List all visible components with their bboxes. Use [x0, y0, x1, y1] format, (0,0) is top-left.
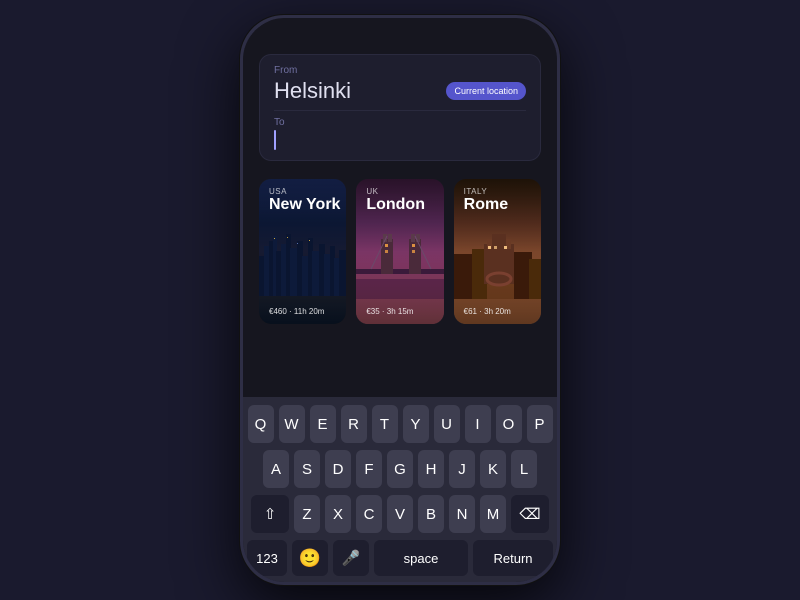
space-key[interactable]: space — [374, 540, 468, 576]
destination-card-new-york[interactable]: USA New York €460 · 11h 20m — [259, 179, 346, 324]
key-a[interactable]: A — [263, 450, 289, 488]
key-j[interactable]: J — [449, 450, 475, 488]
key-s[interactable]: S — [294, 450, 320, 488]
card-info-top: USA New York — [269, 187, 340, 214]
destination-cards: USA New York €460 · 11h 20m — [259, 179, 541, 324]
key-t[interactable]: T — [372, 405, 398, 443]
card-country: UK — [366, 187, 425, 196]
rome-scene-svg — [454, 224, 541, 299]
key-v[interactable]: V — [387, 495, 413, 533]
keyboard: Q W E R T Y U I O P A S D F G H J K — [243, 397, 557, 582]
status-bar — [243, 18, 557, 46]
key-e[interactable]: E — [310, 405, 336, 443]
card-info-bottom: €61 · 3h 20m — [464, 307, 511, 316]
keyboard-row-4: 123 🙂 🎤 space Return — [247, 540, 553, 576]
keyboard-row-1: Q W E R T Y U I O P — [247, 405, 553, 443]
key-x[interactable]: X — [325, 495, 351, 533]
card-city: New York — [269, 196, 340, 214]
key-m[interactable]: M — [480, 495, 506, 533]
card-country: USA — [269, 187, 340, 196]
key-q[interactable]: Q — [248, 405, 274, 443]
key-h[interactable]: H — [418, 450, 444, 488]
from-value: Helsinki — [274, 78, 351, 104]
mic-key[interactable]: 🎤 — [333, 540, 369, 576]
key-i[interactable]: I — [465, 405, 491, 443]
key-n[interactable]: N — [449, 495, 475, 533]
key-u[interactable]: U — [434, 405, 460, 443]
key-l[interactable]: L — [511, 450, 537, 488]
card-price: €35 · 3h 15m — [366, 307, 413, 316]
current-location-button[interactable]: Current location — [446, 82, 526, 100]
delete-key[interactable]: ⌫ — [511, 495, 549, 533]
emoji-key[interactable]: 🙂 — [292, 540, 328, 576]
card-info-bottom: €35 · 3h 15m — [366, 307, 413, 316]
key-z[interactable]: Z — [294, 495, 320, 533]
to-input-row[interactable] — [274, 130, 526, 150]
keyboard-row-2: A S D F G H J K L — [247, 450, 553, 488]
key-w[interactable]: W — [279, 405, 305, 443]
card-info-bottom: €460 · 11h 20m — [269, 307, 324, 316]
card-country: Italy — [464, 187, 508, 196]
key-b[interactable]: B — [418, 495, 444, 533]
key-g[interactable]: G — [387, 450, 413, 488]
phone-screen: From Helsinki Current location To — [243, 18, 557, 582]
card-info-top: Italy Rome — [464, 187, 508, 214]
key-k[interactable]: K — [480, 450, 506, 488]
numbers-key[interactable]: 123 — [247, 540, 287, 576]
destination-card-rome[interactable]: Italy Rome €61 · 3h 20m — [454, 179, 541, 324]
keyboard-row-3: ⇧ Z X C V B N M ⌫ — [247, 495, 553, 533]
card-info-top: UK London — [366, 187, 425, 214]
key-d[interactable]: D — [325, 450, 351, 488]
shift-key[interactable]: ⇧ — [251, 495, 289, 533]
card-city: Rome — [464, 196, 508, 214]
key-p[interactable]: P — [527, 405, 553, 443]
from-row: Helsinki Current location — [274, 78, 526, 104]
destination-card-london[interactable]: UK London €35 · 3h 15m — [356, 179, 443, 324]
card-city: London — [366, 196, 425, 214]
key-o[interactable]: O — [496, 405, 522, 443]
return-key[interactable]: Return — [473, 540, 553, 576]
to-label: To — [274, 117, 526, 128]
card-price: €61 · 3h 20m — [464, 307, 511, 316]
key-r[interactable]: R — [341, 405, 367, 443]
key-c[interactable]: C — [356, 495, 382, 533]
text-cursor — [274, 130, 276, 150]
phone-device: From Helsinki Current location To — [240, 15, 560, 585]
card-price: €460 · 11h 20m — [269, 307, 324, 316]
key-y[interactable]: Y — [403, 405, 429, 443]
city-skyline-svg — [259, 226, 346, 296]
form-divider — [274, 110, 526, 111]
app-content: From Helsinki Current location To — [243, 46, 557, 397]
from-label: From — [274, 65, 526, 76]
from-section: From Helsinki Current location — [274, 65, 526, 104]
search-form: From Helsinki Current location To — [259, 54, 541, 161]
to-section: To — [274, 117, 526, 150]
tower-bridge-svg — [356, 224, 443, 299]
key-f[interactable]: F — [356, 450, 382, 488]
